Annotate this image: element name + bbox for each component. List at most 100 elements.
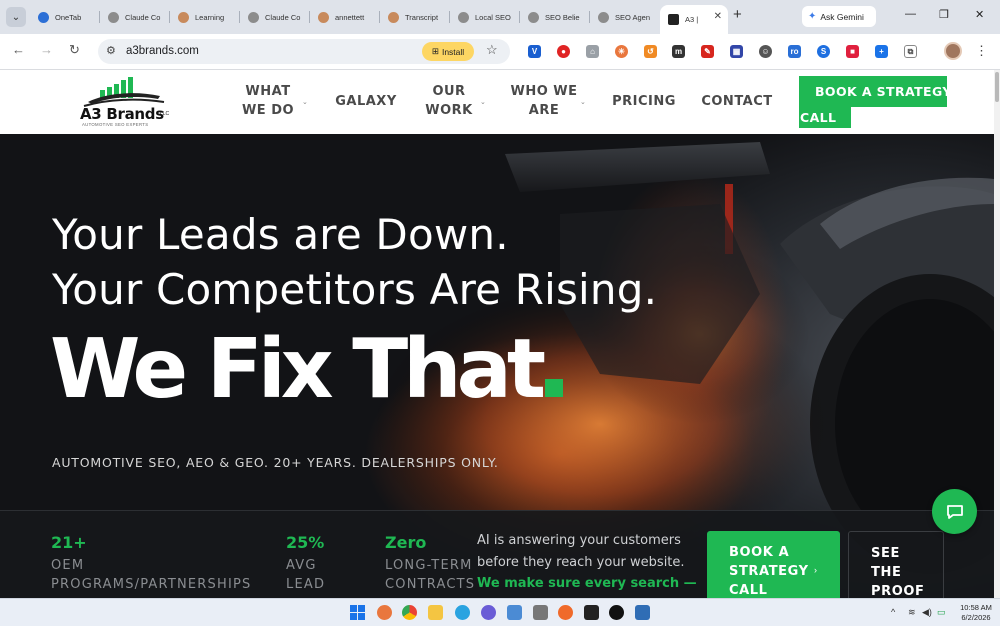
stat-value: 21+: [51, 533, 87, 552]
back-button[interactable]: ←: [12, 42, 25, 57]
extension-v-icon[interactable]: V: [528, 45, 541, 58]
stat-label-line: AVG: [286, 558, 317, 573]
chevron-down-icon[interactable]: ⌄: [580, 98, 586, 106]
globe-favicon-icon: [248, 11, 259, 23]
close-icon[interactable]: ✕: [714, 11, 722, 22]
battery-icon[interactable]: ▭: [937, 607, 946, 618]
install-icon: ⊞: [431, 46, 439, 56]
browser-tab[interactable]: Transcript: [380, 5, 450, 29]
extension-face-icon[interactable]: ☺: [759, 45, 772, 58]
extension-grid-icon[interactable]: ▦: [730, 45, 743, 58]
tab-title: annettett: [335, 12, 365, 22]
extension-pen-icon[interactable]: ✎: [701, 45, 714, 58]
browser-menu-icon[interactable]: ⋮: [975, 43, 988, 59]
nav-label: ARE: [528, 103, 560, 118]
nav-label: WHAT: [245, 84, 291, 99]
nav-what-we-do[interactable]: WHAT WE DO: [240, 82, 296, 120]
chrome-app-icon[interactable]: [402, 605, 417, 620]
cta-main-label: BOOK A STRATEGY CALL: [729, 543, 819, 600]
browser-tab[interactable]: Claude Co: [240, 5, 310, 29]
extension-square-icon[interactable]: ■: [846, 45, 859, 58]
volume-icon[interactable]: ◀): [922, 607, 932, 618]
windows-start-icon[interactable]: [350, 605, 365, 620]
restore-button[interactable]: ❐: [939, 8, 949, 21]
copilot-app-icon[interactable]: [481, 605, 496, 620]
browser-tab[interactable]: SEO Belie: [520, 5, 590, 29]
page-favicon-icon: [178, 11, 189, 23]
ask-gemini-label: Ask Gemini: [820, 11, 864, 22]
browser-tab[interactable]: OneTab: [30, 5, 100, 29]
notepad-app-icon[interactable]: [507, 605, 522, 620]
telegram-app-icon[interactable]: [455, 605, 470, 620]
cta-line: THE: [871, 565, 902, 580]
browser-tab[interactable]: annettett: [310, 5, 380, 29]
firefox-app-icon[interactable]: [558, 605, 573, 620]
address-bar[interactable]: ⚙ a3brands.com ⊞ Install ☆: [98, 39, 510, 64]
page-scrollbar[interactable]: [994, 70, 1000, 598]
claude-app-icon[interactable]: [377, 605, 392, 620]
page-favicon-icon: [318, 11, 329, 23]
extension-s-icon[interactable]: S: [817, 45, 830, 58]
tab-title: OneTab: [55, 12, 82, 22]
extension-record-icon[interactable]: ●: [557, 45, 570, 58]
extension-claude-icon[interactable]: ✳: [615, 45, 628, 58]
tab-search-button[interactable]: ⌄: [6, 7, 26, 27]
cta-label: CALL: [800, 110, 837, 125]
browser-tab[interactable]: SEO Agen: [590, 5, 660, 29]
close-window-button[interactable]: ✕: [975, 8, 984, 21]
extension-ro-icon[interactable]: ro: [788, 45, 801, 58]
page-favicon-icon: [388, 11, 399, 23]
browser-tab-active[interactable]: A3 | ✕: [660, 5, 728, 34]
chevron-down-icon[interactable]: ⌄: [480, 98, 486, 106]
media-player-icon[interactable]: [609, 605, 624, 620]
nav-our-work[interactable]: OUR WORK: [421, 82, 477, 120]
extension-home-icon[interactable]: ⌂: [586, 45, 599, 58]
extension-plus-icon[interactable]: +: [875, 45, 888, 58]
windows-taskbar: ^ ≋ ◀) ▭ 10:58 AM 6/2/2026: [0, 598, 1000, 626]
cta-label: BOOK A STRATEGY: [815, 84, 952, 99]
ask-gemini-button[interactable]: ✦ Ask Gemini: [802, 6, 876, 27]
scrollbar-thumb[interactable]: [995, 72, 999, 102]
stat-label-line: PROGRAMS/PARTNERSHIPS: [51, 577, 252, 592]
clock-time: 10:58 AM: [960, 603, 992, 612]
browser-tab[interactable]: Learning: [170, 5, 240, 29]
chevron-down-icon[interactable]: ⌄: [302, 98, 308, 106]
browser-tab[interactable]: Local SEO: [450, 5, 520, 29]
terminal-app-icon[interactable]: [584, 605, 599, 620]
minimize-button[interactable]: —: [905, 8, 916, 20]
photos-app-icon[interactable]: [635, 605, 650, 620]
a3-brands-logo[interactable]: A3 Brands LLC AUTOMOTIVE SEO EXPERTS: [78, 76, 170, 128]
forward-button[interactable]: →: [40, 42, 53, 57]
extension-m-icon[interactable]: m: [672, 45, 685, 58]
file-explorer-icon[interactable]: [428, 605, 443, 620]
logo-wordmark: A3 Brands: [80, 105, 164, 123]
book-strategy-call-header-button[interactable]: BOOK A STRATEGY CALL: [799, 76, 951, 128]
nav-who-we-are[interactable]: WHO WE ARE: [510, 82, 578, 120]
extensions-puzzle-icon[interactable]: ⧉: [904, 45, 917, 58]
stat-label: LONG-TERM CONTRACTS: [385, 556, 475, 594]
url-text[interactable]: a3brands.com: [126, 45, 199, 57]
nav-contact[interactable]: CONTACT: [698, 92, 776, 111]
new-tab-button[interactable]: +: [733, 6, 742, 23]
tray-overflow-chevron-icon[interactable]: ^: [891, 607, 895, 617]
tab-title: Transcript: [405, 12, 439, 22]
wifi-icon[interactable]: ≋: [908, 607, 916, 618]
profile-avatar[interactable]: [944, 42, 962, 60]
see-the-proof-button[interactable]: SEE THE PROOF: [848, 531, 944, 601]
bookmark-star-icon[interactable]: ☆: [486, 42, 498, 58]
cta-line: BOOK A: [729, 545, 790, 560]
browser-tab[interactable]: Claude Co: [100, 5, 170, 29]
chat-widget-button[interactable]: [932, 489, 977, 534]
install-app-button[interactable]: ⊞ Install: [422, 42, 474, 61]
settings-app-icon[interactable]: [533, 605, 548, 620]
chevron-down-icon: ⌄: [11, 11, 21, 23]
extension-swirl-icon[interactable]: ↺: [644, 45, 657, 58]
book-strategy-call-button[interactable]: BOOK A STRATEGY CALL ›: [707, 531, 840, 601]
nav-galaxy[interactable]: GALAXY: [334, 92, 398, 111]
hero-tagline: AUTOMOTIVE SEO, AEO & GEO. 20+ YEARS. DE…: [52, 455, 499, 470]
stat-label: OEM PROGRAMS/PARTNERSHIPS: [51, 556, 251, 594]
site-settings-icon[interactable]: ⚙: [106, 44, 116, 57]
nav-pricing[interactable]: PRICING: [609, 92, 679, 111]
reload-button[interactable]: ↻: [69, 42, 80, 58]
system-clock[interactable]: 10:58 AM 6/2/2026: [956, 603, 996, 623]
